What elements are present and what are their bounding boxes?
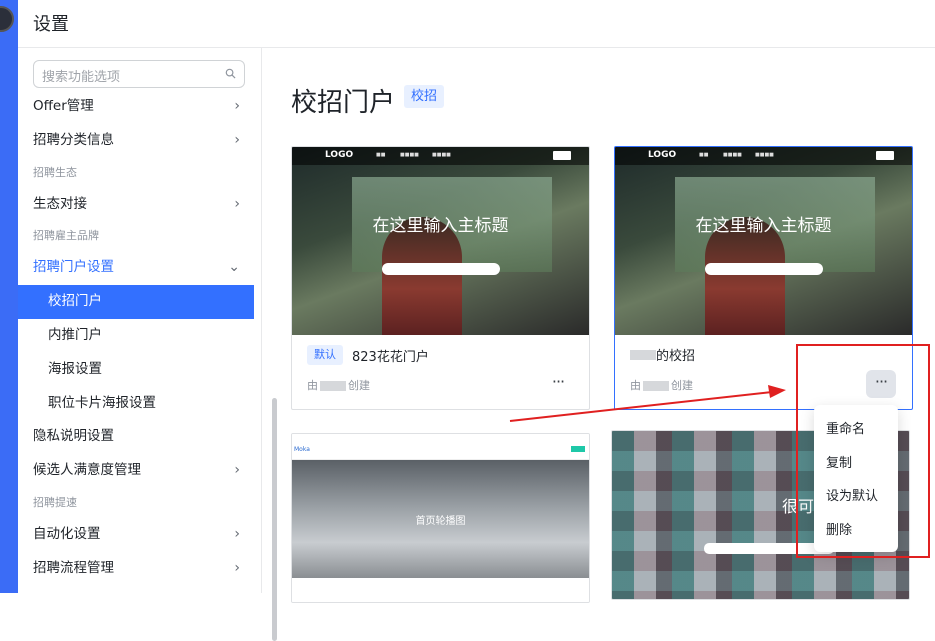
annotation-arrow [509, 385, 786, 422]
